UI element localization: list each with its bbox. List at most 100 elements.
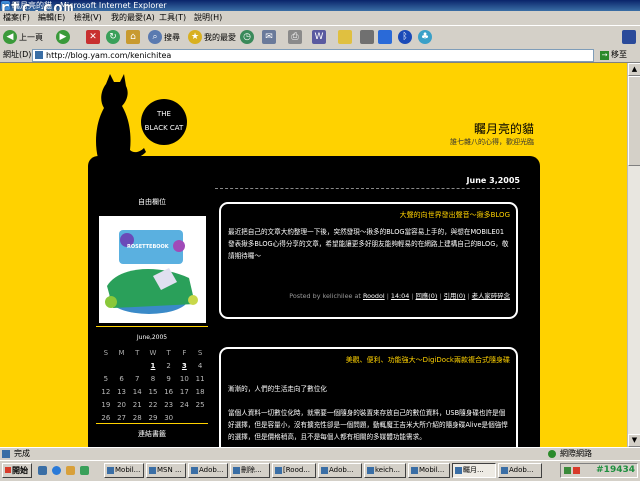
- start-button[interactable]: 開始: [2, 463, 32, 478]
- page-icon: [360, 30, 374, 44]
- menu-item[interactable]: 說明(H): [194, 12, 222, 24]
- address-label: 網址(D): [3, 50, 32, 59]
- back-button[interactable]: ◀ 上一頁: [3, 29, 43, 45]
- window-title-bar[interactable]: 矚月亮的貓 - Microsoft Internet Explorer rtc.…: [0, 0, 640, 11]
- status-bar: 完成 網際網路: [0, 447, 640, 460]
- calendar-day: 9: [166, 374, 171, 383]
- favorites-button[interactable]: ★ 我的最愛: [188, 29, 236, 45]
- menu-item[interactable]: 我的最愛(A): [111, 12, 155, 24]
- home-button[interactable]: ⌂: [126, 29, 140, 45]
- calendar-weekday: W: [149, 348, 157, 357]
- blog-title[interactable]: 矚月亮的貓: [400, 120, 534, 137]
- taskbar-button[interactable]: [Rood...: [272, 463, 316, 478]
- search-button[interactable]: ⌕ 搜尋: [148, 29, 180, 45]
- stop-button[interactable]: ✕: [86, 29, 100, 45]
- calendar-day[interactable]: 1: [145, 359, 161, 372]
- folder-button[interactable]: [338, 29, 352, 45]
- rosette-book-illustration: [105, 230, 198, 314]
- address-input[interactable]: http://blog.yam.com/kenichitea: [32, 49, 594, 62]
- black-cat-logo: [96, 74, 146, 159]
- calendar-day: 18: [195, 387, 205, 396]
- calendar-day[interactable]: 3: [177, 359, 193, 372]
- scroll-down-arrow[interactable]: ▼: [628, 434, 640, 447]
- post-comments-link[interactable]: 回應(0): [416, 292, 438, 300]
- calendar-day: 4: [197, 361, 203, 370]
- calendar-day: 2: [166, 361, 171, 370]
- taskbar-button[interactable]: keich...: [364, 463, 406, 478]
- sidebar-divider: [96, 423, 208, 424]
- vertical-scrollbar[interactable]: ▲ ▼: [627, 63, 640, 447]
- taskbar-button[interactable]: 矚月...: [452, 463, 496, 478]
- post-trackback-link[interactable]: 引用(0): [444, 292, 466, 300]
- app-icon: [367, 467, 374, 474]
- taskbar-button[interactable]: MSN ...: [146, 463, 186, 478]
- menu-item[interactable]: 工具(T): [159, 12, 186, 24]
- calendar-day: 25: [195, 400, 205, 409]
- calendar-day: 11: [195, 374, 205, 383]
- calendar-title: June,2005: [136, 334, 168, 341]
- menu-item[interactable]: 編輯(E): [38, 12, 65, 24]
- post-author-link[interactable]: Roodol: [363, 292, 385, 300]
- messenger-button[interactable]: [360, 29, 374, 45]
- print-button[interactable]: ⎙: [288, 29, 302, 45]
- app-icon: [107, 467, 114, 474]
- go-button[interactable]: → 移至: [600, 49, 627, 61]
- app-icon: [149, 467, 156, 474]
- refresh-button[interactable]: ↻: [106, 29, 120, 45]
- edit-button[interactable]: W: [312, 29, 326, 45]
- tray-icon[interactable]: [564, 467, 571, 474]
- tool-button[interactable]: [378, 29, 392, 45]
- blog-logo-badge: THE BLACK CAT: [141, 99, 187, 145]
- app-icon: [321, 467, 328, 474]
- calendar-weekday: S: [103, 348, 109, 357]
- blog-post: 美觀、便利、功能強大～DigiDock兩款複合式隨身碟 漸漸的，人們的生活走向了…: [219, 347, 518, 457]
- media-quicklaunch-icon[interactable]: [80, 466, 89, 475]
- app-icon: [411, 467, 418, 474]
- calendar-day: 14: [132, 387, 142, 396]
- taskbar-button[interactable]: Mobil...: [408, 463, 450, 478]
- outlook-quicklaunch-icon[interactable]: [66, 466, 75, 475]
- post-footer: Posted by kelichilee at Roodol | 14:04 |…: [289, 292, 510, 300]
- calendar-weekday: M: [118, 348, 125, 357]
- ie-quicklaunch-icon[interactable]: [52, 466, 61, 475]
- msn-button[interactable]: ♣: [418, 29, 432, 45]
- back-arrow-icon: ◀: [3, 30, 17, 44]
- taskbar-button[interactable]: Mobil...: [104, 463, 144, 478]
- menu-item[interactable]: 檢視(V): [74, 12, 102, 24]
- menu-item[interactable]: 檔案(F): [3, 12, 30, 24]
- calendar-day: 19: [101, 400, 111, 409]
- taskbar-button[interactable]: Adob...: [188, 463, 228, 478]
- app-icon: [455, 467, 462, 474]
- taskbar-button[interactable]: 刪除...: [230, 463, 270, 478]
- mail-button[interactable]: ✉: [262, 29, 276, 45]
- printer-icon: ⎙: [288, 30, 302, 44]
- bluetooth-button[interactable]: ᛒ: [398, 29, 412, 45]
- post-title[interactable]: 大聲的向世界發出聲音～揪多BLOG: [400, 210, 510, 220]
- address-bar: 網址(D) http://blog.yam.com/kenichitea → 移至: [0, 48, 640, 63]
- search-icon: ⌕: [148, 30, 162, 44]
- taskbar-button[interactable]: Adob...: [318, 463, 362, 478]
- calendar-day: [129, 359, 145, 372]
- mail-icon: ✉: [262, 30, 276, 44]
- post-title[interactable]: 美觀、便利、功能強大～DigiDock兩款複合式隨身碟: [346, 355, 510, 365]
- scroll-thumb[interactable]: [628, 76, 640, 166]
- post-time-link[interactable]: 14:04: [391, 292, 409, 300]
- calendar-day: 6: [119, 374, 124, 383]
- calendar-weekday: S: [197, 348, 203, 357]
- post-category-link[interactable]: 老人家碎碎念: [472, 292, 510, 300]
- msn-icon: ♣: [418, 30, 432, 44]
- tray-icon[interactable]: [573, 467, 580, 474]
- calendar-day: [114, 359, 130, 372]
- refresh-icon: ↻: [106, 30, 120, 44]
- post-body-intro: 漸漸的，人們的生活走向了數位化: [228, 385, 327, 393]
- app-icon: [501, 467, 508, 474]
- show-desktop-icon[interactable]: [38, 466, 47, 475]
- calendar-day: 21: [132, 400, 142, 409]
- calendar-day: 17: [179, 387, 189, 396]
- history-button[interactable]: ◷: [240, 29, 254, 45]
- taskbar-button[interactable]: Adob...: [498, 463, 542, 478]
- forward-button[interactable]: ▶: [56, 29, 70, 45]
- calendar: S M T W T F S 1 2 3 4 5 6 7 8 9 10 11 12 13 14 15 16 17 18 19 20 21…: [98, 346, 208, 424]
- scroll-up-arrow[interactable]: ▲: [628, 63, 640, 76]
- sidebar-image[interactable]: ROSETTEBOOK: [99, 216, 206, 323]
